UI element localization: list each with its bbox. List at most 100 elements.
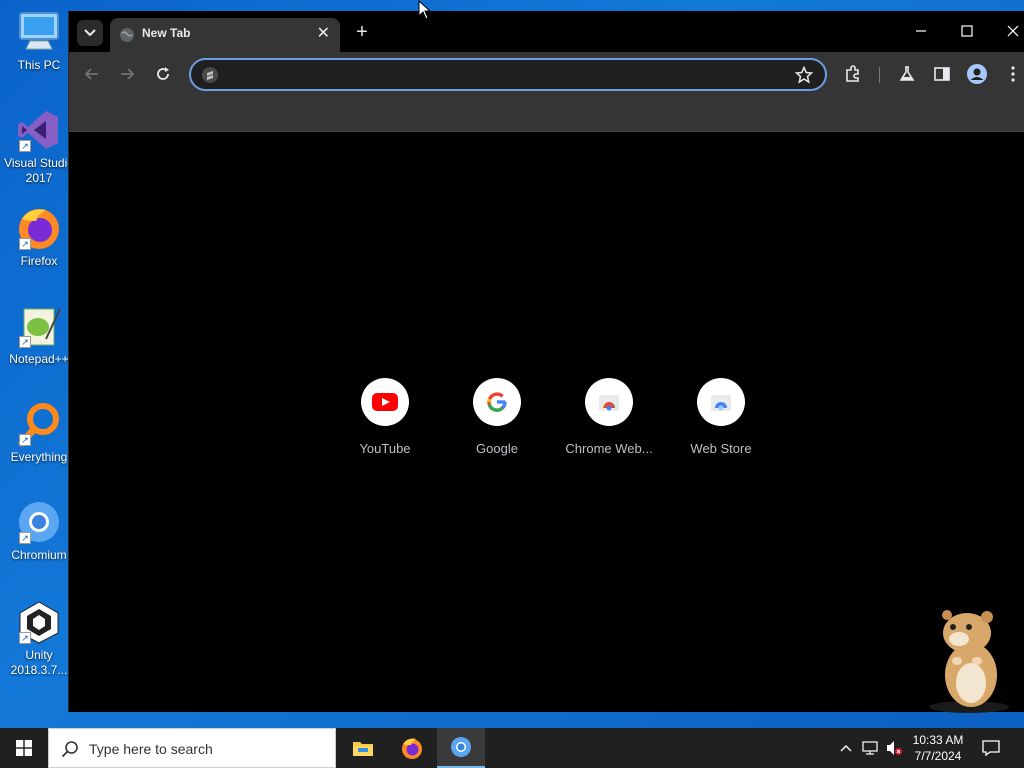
desktop-icon-label: This PC	[17, 58, 61, 72]
desktop-icon-unity[interactable]: ↗ Unity 2018.3.7...	[2, 598, 76, 688]
chevron-up-icon	[840, 745, 852, 752]
computer-icon	[15, 8, 63, 56]
minimize-icon	[916, 30, 926, 32]
desktop-icon-label: Firefox	[20, 254, 58, 268]
kebab-menu-icon	[1011, 66, 1015, 82]
desktop-icon-everything[interactable]: ↗ Everything	[2, 400, 76, 490]
shortcut-label: YouTube	[359, 441, 411, 456]
taskbar-chromium[interactable]	[437, 728, 485, 768]
tab-title: New Tab	[142, 26, 191, 40]
address-bar[interactable]	[189, 58, 827, 91]
mouse-cursor-icon	[418, 0, 430, 20]
search-icon	[61, 741, 78, 758]
shortcut-chrome-web[interactable]: Chrome Web...	[553, 378, 665, 462]
show-hidden-icons-button[interactable]	[838, 740, 854, 756]
google-icon	[487, 392, 507, 412]
hamster-mascot-icon	[929, 610, 1009, 713]
address-input[interactable]	[229, 64, 769, 86]
tab-search-button[interactable]	[77, 20, 103, 46]
bookmark-star-icon[interactable]	[795, 66, 813, 84]
shortcut-arrow-icon: ↗	[19, 434, 31, 446]
globe-icon	[120, 28, 134, 42]
folder-icon	[353, 742, 373, 756]
chrome-web-store-icon	[599, 395, 619, 411]
new-tab-button[interactable]: +	[351, 21, 373, 43]
tab-close-button[interactable]: ✕	[317, 25, 330, 43]
firefox-icon: ↗	[15, 204, 63, 252]
notepadpp-icon: ↗	[15, 302, 63, 350]
network-icon	[862, 741, 878, 755]
network-tray-button[interactable]	[862, 740, 878, 756]
taskbar-firefox[interactable]	[388, 728, 436, 768]
close-window-button[interactable]	[1003, 21, 1023, 41]
shortcut-icon-container	[697, 378, 745, 426]
new-tab-page: YouTube Google Chrome Web... Web Store	[69, 133, 1024, 713]
shortcut-youtube[interactable]: YouTube	[329, 378, 441, 462]
back-button[interactable]	[82, 64, 102, 84]
minimize-button[interactable]	[911, 21, 931, 41]
desktop-icon-label: Visual Studio 2017	[4, 156, 74, 185]
shortcut-icon-container	[473, 378, 521, 426]
arrow-left-icon	[84, 68, 98, 80]
desktop-icon-chromium[interactable]: ↗ Chromium	[2, 498, 76, 588]
firefox-icon	[402, 738, 422, 759]
taskbar-file-explorer[interactable]	[339, 728, 387, 768]
shortcut-arrow-icon: ↗	[19, 632, 31, 644]
web-store-icon	[711, 395, 731, 411]
close-icon	[1007, 25, 1019, 37]
taskbar-clock[interactable]: 10:33 AM 7/7/2024	[906, 732, 970, 764]
desktop-icon-label: Everything	[10, 450, 68, 464]
avatar-icon	[967, 64, 987, 84]
shortcut-label: Google	[476, 441, 518, 456]
clock-time: 10:33 AM	[912, 733, 964, 747]
browser-window: New Tab ✕ + YouTube Google Chrome Web...…	[68, 11, 1024, 713]
shortcut-arrow-icon: ↗	[19, 238, 31, 250]
shortcut-icon-container	[361, 378, 409, 426]
chevron-down-icon	[84, 29, 96, 37]
taskbar-search-box[interactable]: Type here to search	[48, 728, 336, 768]
site-info-icon	[202, 67, 218, 83]
puzzle-icon	[846, 65, 859, 82]
volume-muted-icon	[887, 741, 902, 755]
notification-center-icon[interactable]	[982, 740, 1000, 756]
shortcut-arrow-icon: ↗	[19, 140, 31, 152]
desktop-icon-this-pc[interactable]: This PC	[2, 8, 76, 98]
labs-button[interactable]	[897, 64, 917, 84]
shortcut-arrow-icon: ↗	[19, 336, 31, 348]
chromium-icon	[451, 737, 471, 757]
desktop-icon-label: Unity 2018.3.7...	[10, 648, 68, 677]
search-placeholder: Type here to search	[89, 741, 213, 757]
desktop-icon-firefox[interactable]: ↗ Firefox	[2, 204, 76, 294]
everything-search-icon: ↗	[15, 400, 63, 448]
forward-button[interactable]	[117, 64, 137, 84]
visual-studio-icon: ↗	[15, 106, 63, 154]
clock-date: 7/7/2024	[914, 749, 962, 763]
profile-button[interactable]	[967, 64, 987, 84]
toolbar-separator	[879, 67, 880, 83]
volume-tray-button[interactable]	[886, 740, 902, 756]
reload-button[interactable]	[153, 64, 173, 84]
maximize-button[interactable]	[957, 21, 977, 41]
desktop-icon-notepadpp[interactable]: ↗ Notepad++	[2, 302, 76, 392]
shortcut-google[interactable]: Google	[441, 378, 553, 462]
arrow-right-icon	[121, 68, 135, 80]
shortcut-arrow-icon: ↗	[19, 532, 31, 544]
shortcut-label: Web Store	[690, 441, 752, 456]
menu-button[interactable]	[1003, 64, 1023, 84]
extensions-button[interactable]	[843, 64, 863, 84]
desktop-icon-visual-studio[interactable]: ↗ Visual Studio 2017	[2, 106, 76, 196]
tab-new-tab[interactable]: New Tab ✕	[110, 18, 340, 52]
windows-logo-icon	[16, 740, 32, 756]
bookmarks-bar	[69, 96, 1024, 132]
maximize-icon	[961, 25, 973, 37]
shortcut-icon-container	[585, 378, 633, 426]
side-panel-icon	[934, 67, 950, 81]
flask-icon	[899, 66, 915, 81]
side-panel-button[interactable]	[932, 64, 952, 84]
tab-strip: New Tab ✕ +	[69, 11, 1024, 52]
reload-icon	[157, 67, 169, 80]
shortcut-web-store[interactable]: Web Store	[665, 378, 777, 462]
taskbar: Type here to search 10:33 AM 7/7/2024	[0, 728, 1024, 768]
chromium-icon: ↗	[15, 498, 63, 546]
start-button[interactable]	[0, 728, 48, 768]
